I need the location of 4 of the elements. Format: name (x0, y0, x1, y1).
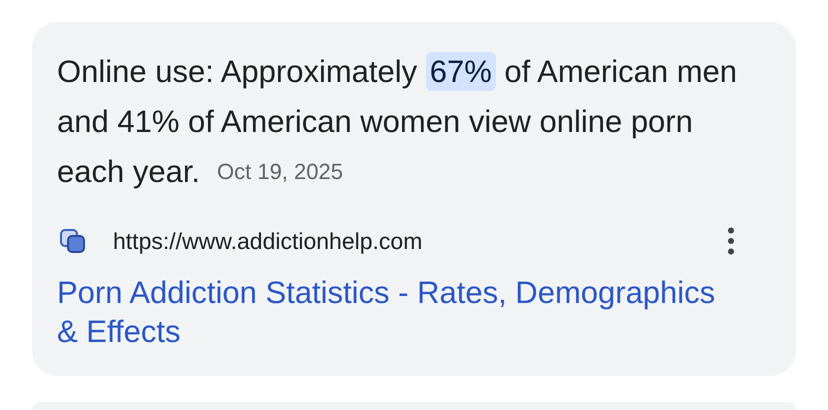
site-url: https://www.addictionhelp.com (113, 228, 424, 254)
result-title-link[interactable]: Porn Addiction Statistics - Rates, Demographics & Effects (57, 273, 737, 351)
date-text: Oct 19, 2025 (217, 158, 343, 186)
site-icon (59, 227, 87, 255)
